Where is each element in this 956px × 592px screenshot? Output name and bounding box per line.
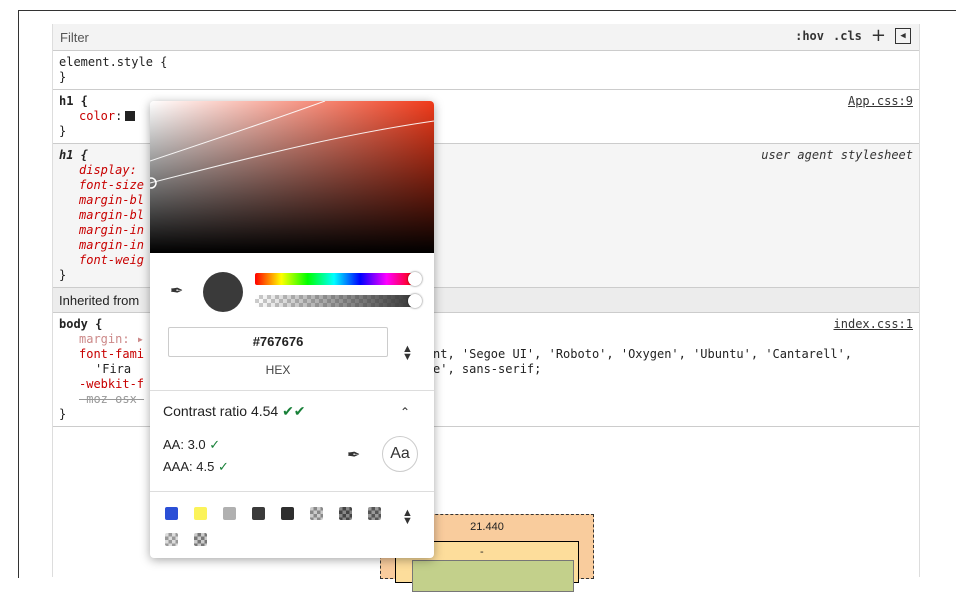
box-model-padding bbox=[412, 560, 574, 592]
contrast-lines bbox=[150, 101, 434, 189]
aaa-threshold: AAA: 4.5 ✓ bbox=[163, 459, 229, 475]
format-label: HEX bbox=[265, 363, 291, 377]
palette-swatch[interactable] bbox=[281, 507, 294, 520]
source-link-index-css[interactable]: index.css:1 bbox=[834, 317, 913, 332]
check-icon: ✓ bbox=[209, 437, 221, 452]
palette-swatch[interactable] bbox=[165, 507, 178, 520]
font-family-value: nt, 'Segoe UI', 'Roboto', 'Oxygen', 'Ubu… bbox=[433, 347, 853, 361]
color-preview-swatch bbox=[203, 272, 243, 312]
aa-label: AA: 3.0 bbox=[163, 437, 206, 452]
background-eyedropper-icon[interactable]: ✒ bbox=[347, 445, 360, 465]
hue-slider-handle[interactable] bbox=[408, 272, 422, 286]
palette-swatch[interactable] bbox=[252, 507, 265, 520]
palette-swatch[interactable] bbox=[194, 533, 207, 546]
aa-threshold: AA: 3.0 ✓ bbox=[163, 437, 220, 453]
color-swatch[interactable] bbox=[125, 111, 136, 121]
font-family-value-fira: 'Fira bbox=[95, 362, 132, 376]
property-name: margin: bbox=[79, 332, 130, 346]
box-model-border-value[interactable]: - bbox=[480, 546, 484, 558]
palette-swatch[interactable] bbox=[368, 507, 381, 520]
aaa-label: AAA: 4.5 bbox=[163, 459, 215, 474]
saturation-area[interactable] bbox=[150, 101, 434, 253]
contrast-preview-button[interactable]: Aa bbox=[382, 436, 418, 472]
hex-input[interactable]: #767676 bbox=[168, 327, 388, 357]
palette-toggle-icon[interactable]: ▲ ▼ bbox=[402, 508, 413, 527]
picker-controls: ✒ bbox=[150, 267, 434, 323]
divider bbox=[150, 491, 434, 492]
source-link-app-css[interactable]: App.css:9 bbox=[848, 94, 913, 109]
double-check-icon: ✔✔ bbox=[282, 403, 306, 419]
hue-slider[interactable] bbox=[255, 273, 413, 285]
alpha-slider-handle[interactable] bbox=[408, 294, 422, 308]
color-picker-popover: ✒ #767676 HEX ▲ ▼ Contrast ratio 4.54 ✔✔ … bbox=[150, 101, 434, 558]
property-name: color bbox=[79, 109, 116, 123]
styles-toolbar: Filter :hov .cls + ◀ bbox=[53, 24, 919, 51]
hover-state-button[interactable]: :hov bbox=[795, 29, 824, 43]
palette-swatch[interactable] bbox=[310, 507, 323, 520]
sidebar-toggle-icon[interactable]: ◀ bbox=[895, 28, 911, 44]
new-rule-button[interactable]: + bbox=[871, 27, 886, 45]
chevron-up-icon[interactable]: ⌃ bbox=[400, 405, 410, 419]
contrast-label: Contrast ratio bbox=[163, 403, 248, 419]
palette-swatch[interactable] bbox=[339, 507, 352, 520]
format-toggle-icon[interactable]: ▲ ▼ bbox=[402, 344, 413, 363]
palette-swatch[interactable] bbox=[165, 533, 178, 546]
eyedropper-icon[interactable]: ✒ bbox=[170, 281, 183, 301]
contrast-value: 4.54 bbox=[250, 403, 279, 419]
rule-close: } bbox=[59, 70, 67, 84]
palette-swatch[interactable] bbox=[223, 507, 236, 520]
rule-selector: element.style { bbox=[59, 55, 168, 69]
class-button[interactable]: .cls bbox=[833, 29, 862, 43]
palette-swatch[interactable] bbox=[194, 507, 207, 520]
element-style-rule: element.style { } bbox=[53, 51, 919, 90]
user-agent-source: user agent stylesheet bbox=[761, 148, 913, 162]
divider bbox=[150, 390, 434, 391]
property-name: font-fami bbox=[79, 347, 145, 361]
contrast-ratio: Contrast ratio 4.54 ✔✔ bbox=[163, 403, 306, 420]
alpha-slider[interactable] bbox=[255, 295, 413, 307]
font-family-value-end: e', sans-serif; bbox=[433, 362, 542, 376]
check-icon: ✓ bbox=[217, 459, 229, 474]
filter-input[interactable]: Filter bbox=[60, 30, 89, 45]
